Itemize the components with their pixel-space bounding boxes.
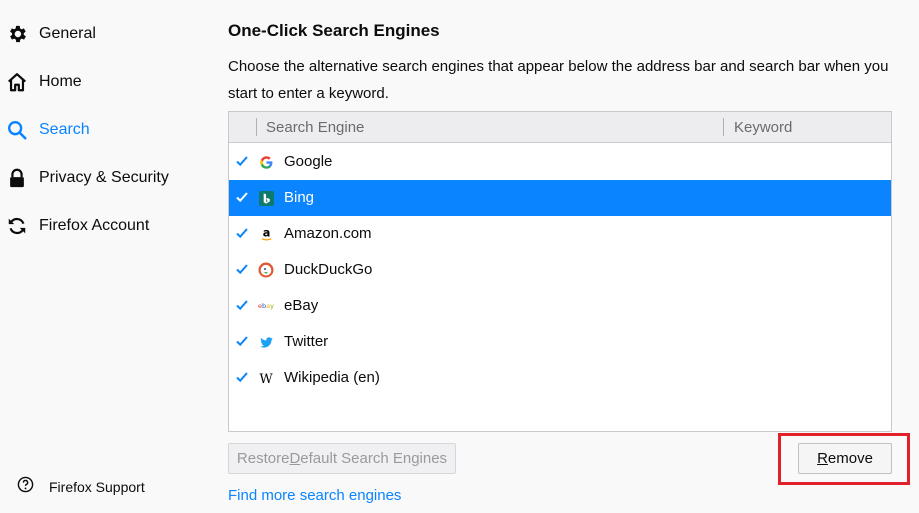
engine-row-bing[interactable]: Bing bbox=[229, 180, 891, 216]
checkmark-icon[interactable] bbox=[235, 297, 249, 313]
sidebar-item-label: Privacy & Security bbox=[39, 169, 169, 186]
svg-text:a: a bbox=[262, 227, 270, 239]
engine-row-wikipedia[interactable]: W Wikipedia (en) bbox=[229, 360, 891, 396]
gear-icon bbox=[5, 22, 29, 46]
twitter-icon bbox=[258, 334, 274, 350]
help-icon bbox=[17, 476, 34, 498]
column-header-keyword[interactable]: Keyword bbox=[734, 119, 792, 136]
support-label: Firefox Support bbox=[49, 479, 145, 495]
home-icon bbox=[5, 70, 29, 94]
sidebar-item-home[interactable]: Home bbox=[0, 62, 200, 102]
google-icon bbox=[258, 154, 274, 170]
checkmark-icon[interactable] bbox=[235, 333, 249, 349]
search-engines-tree[interactable]: Search Engine Keyword Google Bing a Amaz… bbox=[228, 111, 892, 432]
firefox-support-link[interactable]: Firefox Support bbox=[17, 476, 145, 498]
checkmark-icon[interactable] bbox=[235, 369, 249, 385]
sync-icon bbox=[5, 214, 29, 238]
tree-header: Search Engine Keyword bbox=[229, 112, 891, 143]
engine-name: Wikipedia (en) bbox=[284, 369, 380, 386]
engine-name: Amazon.com bbox=[284, 225, 372, 242]
sidebar-item-search[interactable]: Search bbox=[0, 110, 200, 150]
page-title: One-Click Search Engines bbox=[228, 21, 440, 40]
restore-label-pre: Restore bbox=[236, 450, 290, 467]
restore-default-search-engines-button[interactable]: Restore Default Search Engines bbox=[228, 443, 456, 474]
bing-icon bbox=[258, 190, 274, 206]
checkmark-icon[interactable] bbox=[235, 153, 249, 169]
lock-icon bbox=[5, 166, 29, 190]
sidebar-item-firefox-account[interactable]: Firefox Account bbox=[0, 206, 200, 246]
search-icon bbox=[5, 118, 29, 142]
engine-row-google[interactable]: Google bbox=[229, 144, 891, 180]
engine-row-twitter[interactable]: Twitter bbox=[229, 324, 891, 360]
engine-row-ebay[interactable]: ebay eBay bbox=[229, 288, 891, 324]
restore-label-accesskey: D bbox=[289, 450, 301, 467]
sidebar-item-privacy[interactable]: Privacy & Security bbox=[0, 158, 200, 198]
svg-text:ebay: ebay bbox=[258, 302, 274, 310]
sidebar-item-label: Firefox Account bbox=[39, 217, 150, 234]
checkmark-icon[interactable] bbox=[235, 225, 249, 241]
engine-name: Twitter bbox=[284, 333, 329, 350]
amazon-icon: a bbox=[258, 226, 274, 242]
column-separator bbox=[256, 118, 257, 136]
engine-name: Bing bbox=[284, 189, 315, 206]
checkmark-icon[interactable] bbox=[235, 261, 249, 277]
sidebar-item-label: Search bbox=[39, 121, 90, 138]
column-separator[interactable] bbox=[723, 118, 724, 136]
engine-name: Google bbox=[284, 153, 333, 170]
engine-row-amazon[interactable]: a Amazon.com bbox=[229, 216, 891, 252]
duckduckgo-icon bbox=[258, 262, 274, 278]
sidebar-item-label: General bbox=[39, 25, 96, 42]
section-description: Choose the alternative search engines th… bbox=[228, 58, 889, 102]
column-header-search-engine[interactable]: Search Engine bbox=[266, 119, 364, 136]
engine-name: DuckDuckGo bbox=[284, 261, 373, 278]
ebay-icon: ebay bbox=[258, 298, 274, 314]
restore-label-post: efault Search Engines bbox=[300, 450, 448, 467]
checkmark-icon[interactable] bbox=[235, 189, 249, 205]
wikipedia-icon: W bbox=[258, 370, 274, 386]
svg-text:W: W bbox=[259, 372, 273, 386]
engine-row-duckduckgo[interactable]: DuckDuckGo bbox=[229, 252, 891, 288]
sidebar-item-label: Home bbox=[39, 73, 82, 90]
find-more-search-engines-link[interactable]: Find more search engines bbox=[228, 487, 401, 504]
sidebar-item-general[interactable]: General bbox=[0, 14, 200, 54]
engine-name: eBay bbox=[284, 297, 319, 314]
highlight-box bbox=[778, 433, 910, 485]
sidebar: General Home Search Privacy & Security F… bbox=[0, 0, 200, 513]
